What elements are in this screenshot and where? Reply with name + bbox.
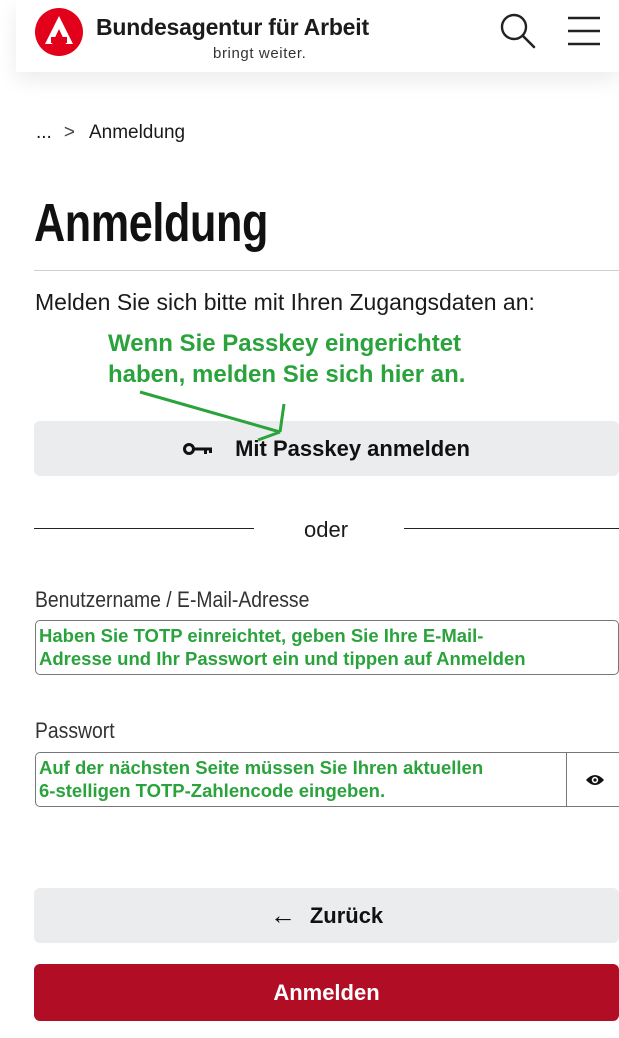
back-label: Zurück	[309, 902, 384, 928]
show-password-button[interactable]	[566, 752, 619, 807]
hamburger-menu-icon[interactable]	[566, 14, 602, 48]
passkey-login-label: Mit Passkey anmelden	[235, 435, 470, 461]
passkey-annotation: Wenn Sie Passkey eingerichtet haben, mel…	[108, 328, 465, 390]
page-title: Anmeldung	[34, 193, 268, 253]
chevron-right-icon: >	[63, 122, 75, 143]
ba-logo-icon[interactable]	[34, 7, 84, 57]
divider-left	[34, 528, 254, 529]
login-button[interactable]: Anmelden	[34, 964, 619, 1021]
brand-name[interactable]: Bundesagentur für Arbeit	[96, 14, 369, 41]
passkey-login-button[interactable]: Mit Passkey anmelden	[34, 421, 619, 476]
username-label: Benutzername / E-Mail-Adresse	[35, 587, 310, 612]
password-annotation-line2: 6-stelligen TOTP-Zahlencode eingeben.	[39, 780, 386, 801]
key-icon	[183, 442, 213, 455]
site-header: Bundesagentur für Arbeit bringt weiter.	[16, 0, 619, 72]
username-annotation-line2: Adresse und Ihr Passwort ein und tippen …	[39, 648, 526, 669]
back-button[interactable]: ← Zurück	[34, 888, 619, 943]
eye-icon	[586, 775, 604, 785]
breadcrumb-ellipsis[interactable]: ...	[36, 122, 52, 143]
password-label: Passwort	[35, 718, 115, 743]
username-field[interactable]: Haben Sie TOTP einreichtet, geben Sie Ih…	[35, 620, 619, 675]
divider-right	[404, 528, 619, 529]
login-label: Anmelden	[273, 979, 380, 1005]
passkey-annotation-line1: Wenn Sie Passkey eingerichtet	[108, 330, 462, 357]
search-icon[interactable]	[497, 10, 537, 50]
username-annotation-line1: Haben Sie TOTP einreichtet, geben Sie Ih…	[39, 625, 484, 646]
password-field[interactable]: Auf der nächsten Seite müssen Sie Ihren …	[35, 752, 619, 807]
breadcrumb-current: Anmeldung	[88, 122, 186, 143]
title-divider	[34, 270, 619, 271]
arrow-left-icon: ←	[269, 900, 296, 930]
breadcrumb: ... > Anmeldung	[36, 122, 185, 144]
password-annotation-line1: Auf der nächsten Seite müssen Sie Ihren …	[39, 757, 484, 778]
brand-tagline: bringt weiter.	[213, 45, 307, 62]
divider-text: oder	[304, 517, 349, 542]
passkey-annotation-line2: haben, melden Sie sich hier an.	[108, 361, 466, 388]
intro-text: Melden Sie sich bitte mit Ihren Zugangsd…	[35, 289, 535, 315]
